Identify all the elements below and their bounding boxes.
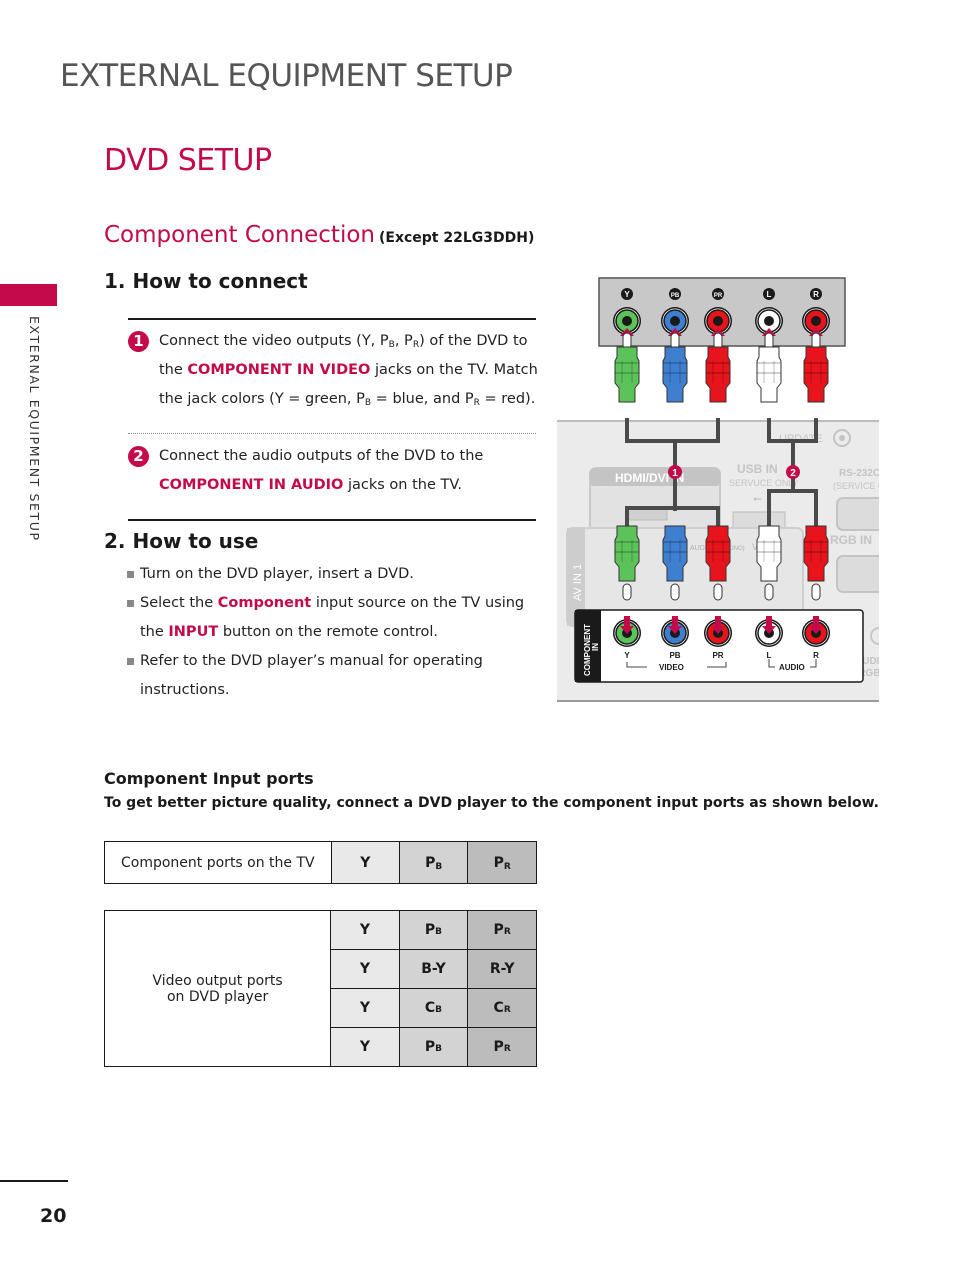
how-to-use-list: Turn on the DVD player, insert a DVD. Se… [127,560,537,705]
connection-diagram: HDMI/DVI IN USB IN SERVUCE ONLY ⭠ UPDATE… [557,277,879,702]
component-in-audio-highlight: COMPONENT IN AUDIO [159,477,344,493]
rs232-label: RS-232C [839,468,879,479]
table-cell: PR [467,841,537,884]
subsection-note: (Except 22LG3DDH) [378,230,535,246]
svg-text:1: 1 [672,468,678,479]
tv-jack-label: R [813,651,819,660]
table-cell: PB [398,910,469,950]
table-cell: Y [330,841,400,884]
list-item: Turn on the DVD player, insert a DVD. [127,560,537,589]
video-group-label: VIDEO [659,663,684,672]
svg-text:PR: PR [714,293,723,299]
audio-group-label: AUDIO [779,663,805,672]
rs232-port [836,497,879,531]
table-row: Component ports on the TV Y PB PR [104,841,537,884]
connect-step-2: 2 Connect the audio outputs of the DVD t… [128,442,538,500]
dotted-divider [128,433,536,434]
bullet-square-icon [127,600,134,607]
side-tab-label: EXTERNAL EQUIPMENT SETUP [27,316,42,542]
svg-text:PB: PB [671,293,680,299]
list-item: Refer to the DVD player’s manual for ope… [127,647,537,705]
rgb-label: RGB IN [830,533,872,547]
table-cell: PB [398,1027,469,1067]
page-number-rule [0,1180,68,1182]
connect-step-1: 1 Connect the video outputs (Y, PB, PR) … [128,327,538,414]
component-input-ports-description: To get better picture quality, connect a… [104,795,879,811]
table-cell: Y [330,988,400,1028]
table-cell: R-Y [467,949,537,989]
table-cell: Y [330,910,400,950]
table-cell: PB [398,841,469,884]
table-label-cell: Component ports on the TV [104,841,332,884]
how-to-connect-heading: 1. How to connect [104,269,308,293]
how-to-use-heading: 2. How to use [104,529,259,553]
table-cell: PR [467,910,537,950]
tv-jack-label: L [767,651,772,660]
av-in-label: AV IN 1 [572,564,584,601]
svg-text:2: 2 [790,468,796,479]
svg-text:IN: IN [591,643,600,651]
table-cell: CR [467,988,537,1028]
divider [128,519,536,521]
bullet-square-icon [127,571,134,578]
svg-text:L: L [767,290,772,299]
bullet-square-icon [127,658,134,665]
table-cell: Y [330,1027,400,1067]
rs232-sub-label: (SERVICE ONLY) [833,481,879,491]
list-item: Select the Component input source on the… [127,589,537,647]
tv-jack-label: Y [624,651,630,660]
step-number-badge: 2 [128,446,149,467]
rgb-port [836,555,879,593]
table-label-cell: Video output ports on DVD player [103,910,332,1067]
tv-ports-table: Component ports on the TV Y PB PR [104,841,537,884]
svg-text:Y: Y [624,290,630,299]
section-title: DVD SETUP [104,143,272,178]
divider [128,318,536,320]
usb-icon: ⭠ [753,493,762,505]
svg-text:R: R [813,290,819,299]
step-text: Connect the audio outputs of the DVD to … [159,448,484,493]
step-number-badge: 1 [128,331,149,352]
tv-jack-label: PB [669,651,680,660]
table-cell: Y [330,949,400,989]
step-text: Connect the video outputs (Y, PB, PR) of… [159,333,538,408]
table-cell: B-Y [398,949,469,989]
usb-label: USB IN [737,462,778,476]
table-row: Video output ports on DVD player Y PB PR [103,910,537,1067]
component-input-ports-title: Component Input ports [104,769,314,788]
side-tab-marker [0,284,57,306]
page-header: EXTERNAL EQUIPMENT SETUP [60,58,513,94]
component-in-video-highlight: COMPONENT IN VIDEO [187,362,371,378]
page-number: 20 [40,1205,67,1227]
tv-jack-label: PR [712,651,723,660]
subsection-title: Component Connection (Except 22LG3DDH) [104,222,534,248]
subsection-title-text: Component Connection [104,222,375,248]
table-cell: PR [467,1027,537,1067]
dvd-ports-table: Video output ports on DVD player Y PB PR Y B-Y… [103,910,537,1067]
usb-sub-label: SERVUCE ONLY [729,478,799,488]
table-cell: CB [398,988,469,1028]
